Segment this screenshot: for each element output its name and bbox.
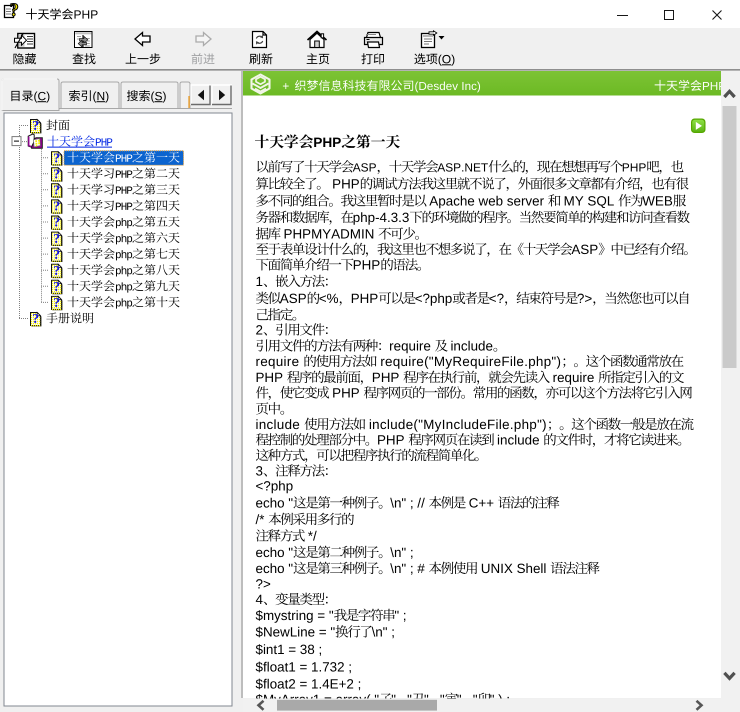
svg-text:?: ? bbox=[53, 295, 60, 310]
svg-text:?: ? bbox=[32, 311, 39, 326]
svg-text:?: ? bbox=[53, 231, 60, 246]
svg-text:?: ? bbox=[53, 199, 60, 214]
svg-text:?: ? bbox=[53, 215, 60, 230]
svg-text:?: ? bbox=[53, 263, 60, 278]
svg-text:?: ? bbox=[53, 150, 60, 165]
svg-text:?: ? bbox=[53, 279, 60, 294]
svg-text:?: ? bbox=[53, 183, 60, 198]
svg-text:?: ? bbox=[10, 1, 19, 21]
svg-text:?: ? bbox=[53, 247, 60, 262]
svg-text:?: ? bbox=[32, 118, 39, 133]
svg-text:?: ? bbox=[53, 166, 60, 181]
